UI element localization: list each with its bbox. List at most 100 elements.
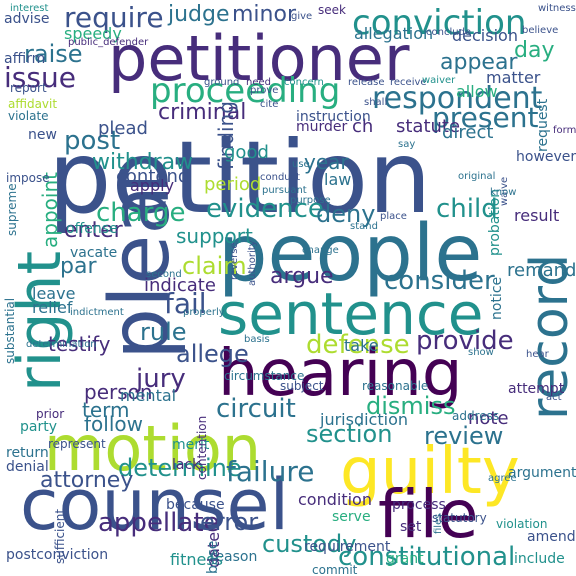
word-request: request: [535, 98, 551, 152]
word-properly: properly: [183, 307, 225, 318]
word-sufficient: sufficient: [53, 508, 67, 564]
word-error: error: [200, 508, 259, 536]
word-form: form: [553, 125, 576, 136]
word-denial: denial: [6, 459, 49, 475]
word-agree: agree: [488, 473, 517, 484]
word-set: set: [400, 519, 422, 535]
word-believe: believe: [522, 25, 559, 36]
word-report: report: [10, 81, 47, 95]
word-day: day: [514, 38, 555, 63]
word-violate: violate: [8, 109, 49, 123]
word-apply: apply: [130, 176, 175, 195]
word-show: show: [468, 347, 494, 358]
word-reverse: reverse: [229, 242, 240, 280]
word-argument: argument: [508, 465, 576, 481]
word-return: return: [6, 445, 49, 461]
word-indictment: indictment: [70, 307, 124, 318]
word-witness: witness: [538, 3, 576, 14]
word-cloud: petition petitioner people counsel hearing mo…: [0, 0, 576, 576]
word-ground: ground: [204, 77, 240, 88]
word-period: period: [204, 174, 262, 195]
word-law: law: [324, 170, 352, 189]
word-say: say: [398, 139, 416, 150]
word-serve: serve: [332, 509, 371, 525]
word-argue: argue: [270, 264, 334, 289]
word-impose: impose: [6, 171, 50, 185]
word-contention: contention: [195, 415, 209, 480]
word-stand: stand: [350, 221, 378, 232]
word-files: files: [433, 513, 444, 534]
word-party: party: [20, 419, 57, 435]
word-because: because: [166, 497, 225, 513]
word-year: year: [304, 150, 349, 174]
word-know: know: [490, 187, 517, 198]
word-provide: provide: [416, 326, 514, 356]
word-waiver: waiver: [422, 75, 456, 86]
word-public-defender: public_defender: [68, 37, 149, 48]
word-second: second: [146, 269, 182, 280]
word-result: result: [514, 206, 560, 225]
word-address: address: [452, 409, 500, 423]
word-follow: follow: [84, 412, 143, 436]
word-represent: represent: [48, 437, 106, 451]
word-allow: allow: [456, 82, 498, 101]
word-shall: shall: [364, 97, 388, 108]
word-advise: advise: [4, 11, 50, 27]
word-minor: minor: [232, 2, 296, 27]
word-determination: determination: [26, 339, 97, 350]
word-take: take: [344, 336, 379, 355]
word-violation: violation: [496, 517, 548, 531]
word-support: support: [176, 224, 253, 248]
word-amend: amend: [527, 529, 576, 545]
word-conduct: conduct: [260, 172, 301, 183]
word-offense: offense: [66, 221, 118, 237]
word-place: place: [380, 211, 407, 222]
word-vacate: vacate: [70, 245, 118, 261]
word-release: release: [348, 77, 385, 88]
word-include: include: [514, 551, 565, 567]
word-cite: cite: [260, 99, 279, 110]
word-seek: seek: [318, 3, 346, 17]
word-good: good: [224, 142, 269, 163]
word-prove: prove: [250, 85, 279, 96]
word-murder: murder: [296, 119, 348, 135]
word-leave: leave: [32, 284, 76, 303]
word-process: process: [392, 497, 446, 513]
word-circumstance: circumstance: [224, 369, 305, 383]
word-judge: judge: [168, 2, 230, 27]
word-jurisdiction: jurisdiction: [320, 410, 408, 429]
word-condition: condition: [298, 490, 372, 509]
word-plead: plead: [98, 118, 148, 139]
word-conclude: conclude: [426, 27, 472, 38]
word-allegation: allegation: [354, 24, 434, 43]
word-basis: basis: [244, 334, 270, 345]
word-allege: allege: [176, 340, 249, 368]
word-consider: consider: [384, 266, 495, 296]
word-give: give: [291, 11, 313, 22]
word-attorney: attorney: [40, 468, 134, 493]
word-remand: remand: [507, 260, 576, 281]
word-original: original: [458, 171, 496, 182]
word-requirement: requirement: [304, 539, 391, 555]
word-grant: grant: [386, 551, 424, 567]
word-base: base: [205, 540, 221, 574]
word-use: use: [292, 159, 310, 170]
word-notice: notice: [489, 276, 505, 320]
word-authority: authority: [247, 240, 258, 286]
word-hear: hear: [526, 349, 549, 360]
word-interest: interest: [10, 3, 49, 14]
word-reasonable: reasonable: [362, 379, 429, 393]
word-act: act: [546, 392, 562, 403]
word-change: change: [302, 245, 339, 256]
word-affirm: affirm: [4, 51, 46, 67]
word-mental: mental: [120, 386, 177, 405]
word-however: however: [516, 149, 576, 165]
word-supreme: supreme: [5, 183, 19, 236]
word-substantial: substantial: [3, 297, 17, 364]
word-new: new: [28, 127, 57, 143]
word-affidavit: affidavit: [8, 97, 58, 111]
word-circuit: circuit: [216, 394, 296, 424]
word-purpose: purpose: [290, 195, 331, 206]
word-concern: concern: [284, 77, 324, 88]
word-direct: direct: [442, 122, 494, 143]
